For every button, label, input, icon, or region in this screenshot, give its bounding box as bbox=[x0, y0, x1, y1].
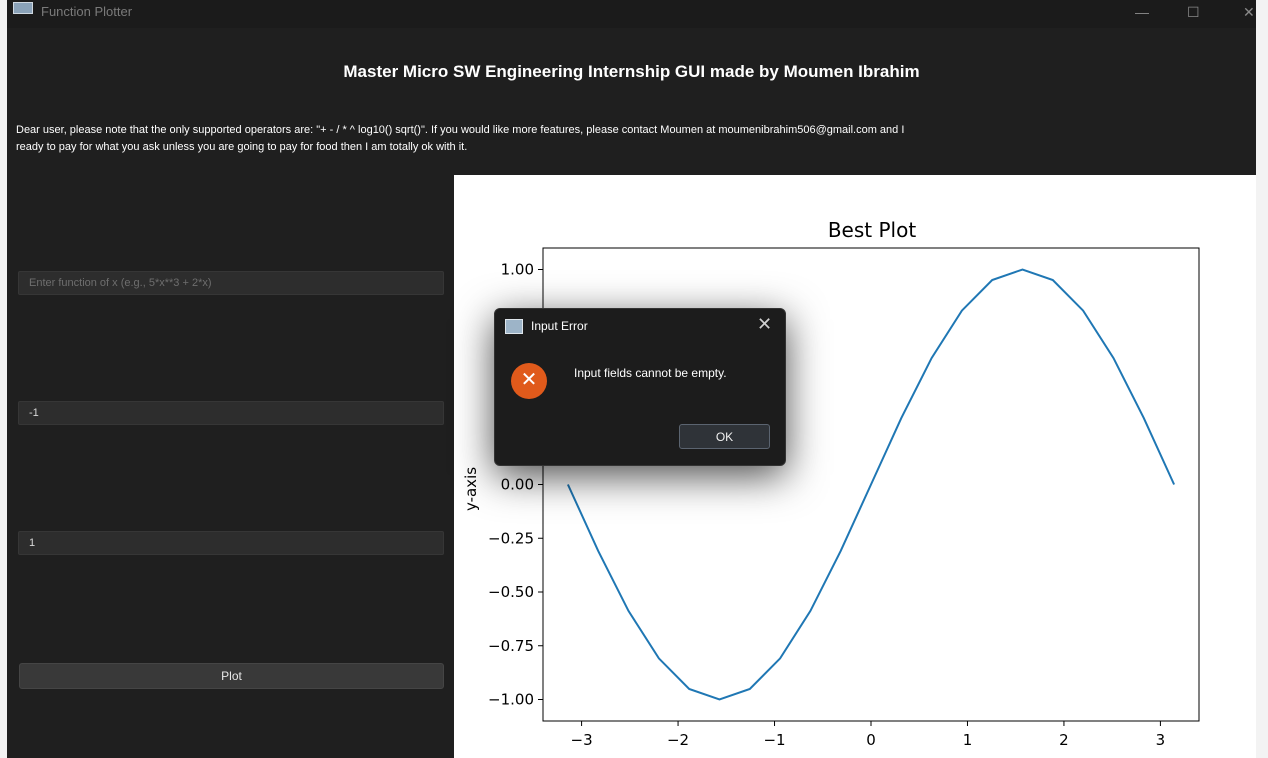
page-title: Master Micro SW Engineering Internship G… bbox=[343, 62, 920, 81]
x-tick-label: 3 bbox=[1156, 731, 1166, 749]
chart-svg: Best Plot y-axis −3 −2 −1 0 1 2 3 −1.00 −0.75 −0.… bbox=[462, 218, 1200, 749]
x-tick-label: −1 bbox=[763, 731, 785, 749]
function-input[interactable] bbox=[18, 271, 444, 295]
chart-title: Best Plot bbox=[828, 218, 916, 242]
close-icon[interactable]: ✕ bbox=[1243, 4, 1255, 21]
dialog-close-icon[interactable]: ✕ bbox=[757, 314, 772, 335]
y-axis-label: y-axis bbox=[462, 467, 480, 511]
notice-line-2: ready to pay for what you ask unless you… bbox=[16, 141, 468, 153]
x-tick-label: 1 bbox=[963, 731, 973, 749]
app-window: Function Plotter — ☐ ✕ Master Micro SW E… bbox=[7, 0, 1256, 758]
notice-line-1: Dear user, please note that the only sup… bbox=[16, 124, 905, 136]
error-icon: ✕ bbox=[511, 363, 547, 399]
dialog-message: Input fields cannot be empty. bbox=[574, 366, 727, 380]
maximize-icon[interactable]: ☐ bbox=[1187, 4, 1200, 21]
notice-text: Dear user, please note that the only sup… bbox=[16, 122, 1256, 156]
y-tick-label: −0.75 bbox=[488, 637, 534, 655]
y-tick-label: 0.00 bbox=[501, 476, 534, 494]
dialog-app-icon bbox=[505, 319, 523, 334]
window-title: Function Plotter bbox=[41, 4, 133, 19]
max-x-input[interactable] bbox=[18, 531, 444, 555]
x-tick-label: −3 bbox=[571, 731, 593, 749]
min-x-input[interactable] bbox=[18, 401, 444, 425]
y-tick-label: −0.25 bbox=[488, 529, 534, 547]
minimize-icon[interactable]: — bbox=[1135, 4, 1149, 20]
ok-button[interactable]: OK bbox=[679, 424, 770, 449]
input-error-dialog: Input Error ✕ ✕ Input fields cannot be e… bbox=[494, 308, 786, 466]
y-tick-label: 1.00 bbox=[501, 261, 534, 279]
x-tick-label: 2 bbox=[1059, 731, 1069, 749]
y-tick-label: −1.00 bbox=[488, 691, 534, 709]
app-icon bbox=[13, 2, 33, 14]
x-tick-label: −2 bbox=[667, 731, 689, 749]
y-tick-label: −0.50 bbox=[488, 583, 534, 601]
plot-button[interactable]: Plot bbox=[19, 663, 444, 689]
plot-canvas: Best Plot y-axis −3 −2 −1 0 1 2 3 −1.00 −0.75 −0.… bbox=[454, 175, 1256, 758]
title-bar: Function Plotter — ☐ ✕ bbox=[7, 0, 1256, 28]
dialog-title: Input Error bbox=[531, 319, 588, 333]
x-tick-label: 0 bbox=[866, 731, 876, 749]
